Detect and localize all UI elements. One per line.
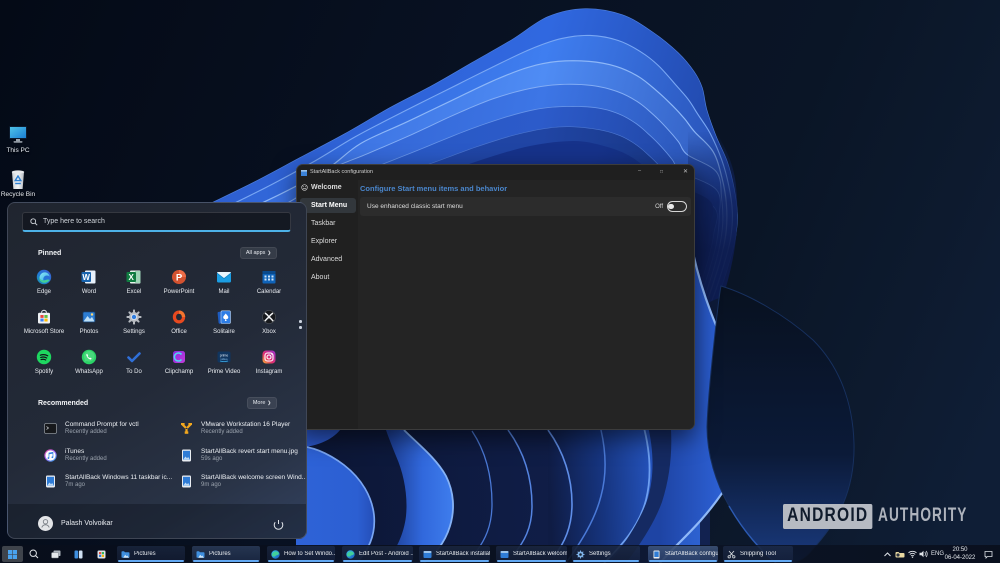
svg-text:W: W [82, 273, 90, 282]
svg-text:X: X [129, 273, 135, 282]
svg-text:video: video [220, 357, 228, 361]
svg-text:P: P [176, 273, 183, 284]
